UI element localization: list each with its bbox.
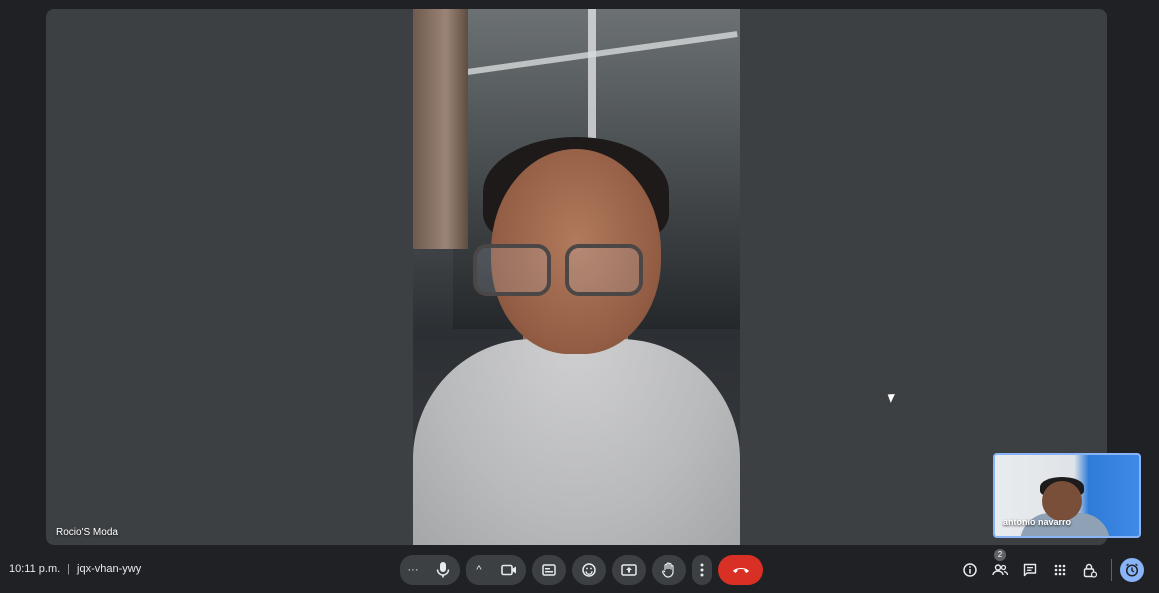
participant-video	[413, 9, 740, 545]
audio-control-group: ···	[400, 555, 460, 585]
people-button[interactable]: 2	[985, 549, 1015, 585]
info-icon	[963, 563, 977, 577]
video-stage: Rocio'S Moda	[46, 9, 1107, 545]
person-glasses	[473, 244, 643, 296]
microphone-button[interactable]	[426, 555, 460, 585]
window-mullion	[588, 9, 596, 149]
host-controls-icon	[1083, 563, 1097, 578]
leave-call-button[interactable]	[718, 555, 763, 585]
self-head	[1042, 481, 1082, 521]
person-body	[413, 339, 740, 545]
meeting-details-button[interactable]	[955, 555, 985, 585]
bottom-toolbar: 10:11 p.m. | jqx-vhan-ywy ··· ^ 2	[0, 548, 1159, 593]
participant-name-label: Rocio'S Moda	[56, 527, 118, 538]
self-view-tile[interactable]: antonio navarro	[993, 453, 1141, 538]
more-vert-icon	[700, 563, 704, 577]
captions-icon	[542, 564, 556, 576]
present-screen-button[interactable]	[612, 555, 646, 585]
toolbar-divider	[1111, 559, 1112, 581]
reactions-button[interactable]	[572, 555, 606, 585]
emoji-icon	[582, 563, 596, 577]
activities-button[interactable]	[1045, 555, 1075, 585]
more-options-button[interactable]	[692, 555, 712, 585]
hang-up-icon	[732, 566, 750, 574]
microphone-icon	[436, 562, 450, 578]
raise-hand-icon	[662, 562, 676, 578]
video-control-group: ^	[466, 555, 526, 585]
clock-time: 10:11 p.m.	[9, 563, 61, 575]
more-horiz-icon: ···	[407, 564, 419, 576]
timer-icon	[1125, 563, 1139, 577]
call-controls: ··· ^	[400, 555, 769, 585]
curtain	[413, 9, 468, 249]
chat-icon	[1023, 563, 1037, 577]
captions-button[interactable]	[532, 555, 566, 585]
camera-icon	[501, 564, 517, 576]
timer-button[interactable]	[1120, 558, 1144, 582]
video-options-button[interactable]: ^	[466, 555, 492, 585]
side-panel-tools: 2	[955, 549, 1159, 585]
people-icon	[992, 564, 1008, 576]
activities-icon	[1054, 564, 1066, 576]
host-controls-button[interactable]	[1075, 555, 1105, 585]
camera-button[interactable]	[492, 555, 526, 585]
chat-button[interactable]	[1015, 555, 1045, 585]
present-icon	[621, 564, 637, 576]
glasses-lens	[565, 244, 643, 296]
glasses-lens	[473, 244, 551, 296]
separator: |	[67, 563, 71, 575]
meeting-details: 10:11 p.m. | jqx-vhan-ywy	[9, 563, 141, 575]
raise-hand-button[interactable]	[652, 555, 686, 585]
people-count-badge: 2	[994, 549, 1006, 561]
self-name-label: antonio navarro	[1003, 517, 1072, 527]
meeting-code: jqx-vhan-ywy	[77, 563, 142, 575]
chevron-up-icon: ^	[476, 564, 482, 576]
audio-options-button[interactable]: ···	[400, 555, 426, 585]
